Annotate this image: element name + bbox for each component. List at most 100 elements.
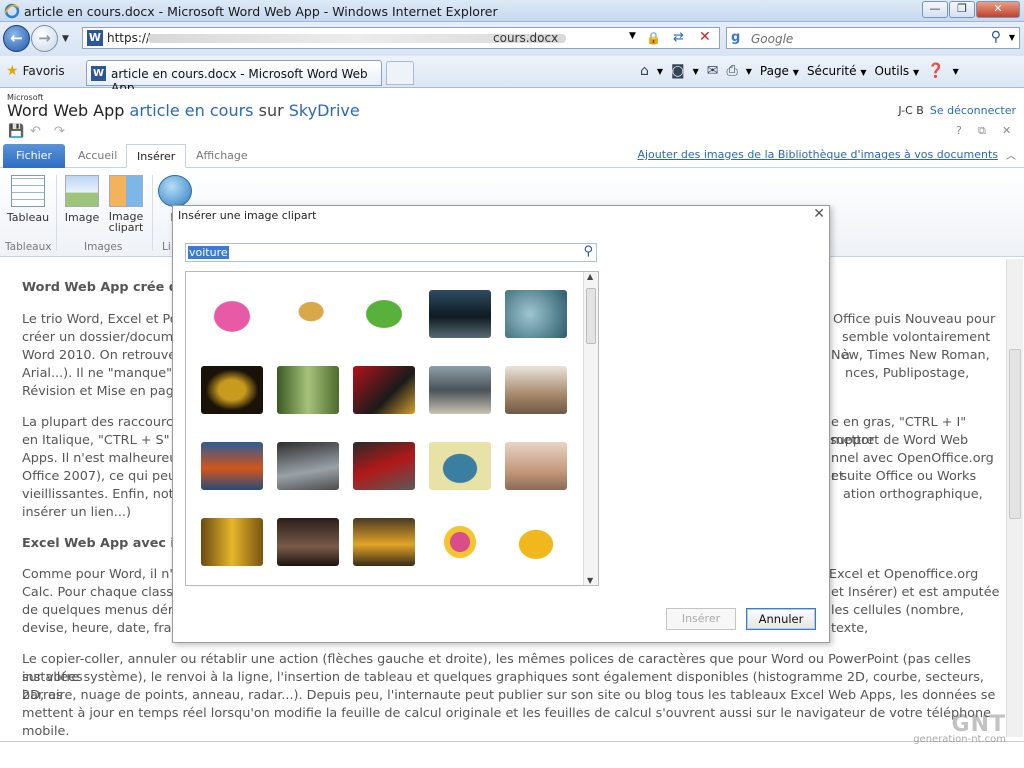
watermark-site: generation-nt.com — [913, 734, 1006, 745]
clipart-people-car[interactable] — [502, 358, 570, 422]
clipart-woman-car[interactable] — [274, 510, 342, 574]
insert-table-button[interactable]: Tableau — [6, 175, 50, 224]
title-bar: article en cours.docx - Microsoft Word W… — [0, 0, 1024, 22]
status-divider — [0, 741, 1024, 742]
popout-icon[interactable]: ⧉ — [978, 124, 986, 138]
doc-line: 2D, aire, nuage de points, anneau, radar… — [22, 688, 996, 703]
clipart-race-car-poster[interactable] — [198, 434, 266, 498]
back-button[interactable]: ← — [3, 25, 30, 52]
clipart-icon — [109, 175, 143, 207]
doc-name[interactable]: article en cours — [130, 101, 254, 120]
clipart-search-input[interactable]: voiture ⚲ — [185, 243, 597, 262]
insert-image-button[interactable]: Image — [62, 175, 102, 224]
clipart-red-car-box[interactable] — [350, 358, 418, 422]
undo-icon[interactable]: ↶ — [30, 124, 41, 139]
tools-menu[interactable]: Outils ▼ — [874, 64, 919, 78]
collapse-ribbon-icon[interactable]: ︿ — [1006, 147, 1016, 162]
scroll-down-icon[interactable]: ▼ — [587, 576, 593, 585]
clipart-motion-blur[interactable] — [274, 358, 342, 422]
clipart-search-icon[interactable]: ⚲ — [583, 244, 593, 259]
url-prefix: https:// — [107, 31, 151, 45]
insert-clipart-button[interactable]: Image clipart — [106, 175, 146, 233]
clipart-family-car[interactable] — [426, 358, 494, 422]
group-images: Images — [84, 241, 123, 253]
clipart-scroll-thumb[interactable] — [586, 288, 596, 344]
forward-button[interactable]: → — [31, 25, 58, 52]
maximize-button[interactable]: ❐ — [949, 1, 975, 18]
app-title: Word Web App article en cours sur SkyDri… — [7, 101, 360, 120]
search-dropdown-icon[interactable]: ▼ — [1009, 33, 1015, 42]
mail-icon[interactable]: ✉ — [707, 63, 719, 79]
rss-dropdown-icon[interactable]: ▼ — [693, 67, 699, 76]
doc-line: mettent à jour en temps réel lorsqu'on m… — [22, 706, 991, 721]
google-icon: g — [731, 30, 741, 45]
clipart-label-2: clipart — [108, 221, 144, 234]
insert-button[interactable]: Insérer — [666, 608, 736, 630]
search-value: voiture — [188, 246, 229, 259]
address-dropdown-icon[interactable]: ▼ — [629, 31, 636, 41]
clipart-yellow-taxi[interactable] — [502, 510, 570, 574]
clipart-pink-car[interactable] — [198, 282, 266, 346]
doc-line: r suite Office ou Works — [831, 469, 977, 484]
doc-line: support de Word Web — [830, 433, 969, 448]
help-dropdown-icon[interactable]: ▼ — [953, 67, 959, 76]
home-dropdown-icon[interactable]: ▼ — [657, 67, 663, 76]
print-icon[interactable]: ⎙ — [727, 63, 738, 79]
clipart-library-link[interactable]: Ajouter des images de la Bibliothèque d'… — [637, 148, 998, 161]
rss-icon[interactable]: ◙ — [671, 63, 685, 79]
tab-fichier[interactable]: Fichier — [3, 144, 65, 168]
page-menu[interactable]: Page ▼ — [760, 64, 799, 78]
search-box[interactable]: g Google ⚲ ▼ — [726, 27, 1020, 49]
clipart-suv[interactable] — [426, 434, 494, 498]
doc-line: et Insérer) et est amputée — [831, 585, 1000, 600]
security-menu[interactable]: Sécurité ▼ — [807, 64, 867, 78]
clipart-race-track[interactable] — [274, 434, 342, 498]
address-bar[interactable]: W https:// cours.docx ▼ 🔒 ⇄ ✕ — [82, 27, 720, 49]
close-doc-icon[interactable]: ✕ — [1002, 124, 1011, 137]
browser-window: article en cours.docx - Microsoft Word W… — [0, 0, 1024, 768]
cancel-button[interactable]: Annuler — [746, 608, 816, 630]
clipart-formula-car[interactable] — [350, 434, 418, 498]
clipart-taxi-blur[interactable] — [198, 510, 266, 574]
scroll-thumb[interactable] — [1009, 349, 1021, 519]
new-tab-button[interactable] — [386, 61, 414, 85]
clipart-car-keys[interactable] — [274, 282, 342, 346]
history-dropdown-icon[interactable]: ▼ — [62, 34, 69, 44]
home-icon[interactable]: ⌂ — [640, 63, 649, 79]
redo-icon[interactable]: ↷ — [54, 124, 65, 139]
tab-inserer[interactable]: Insérer — [126, 144, 187, 168]
tab-accueil[interactable]: Accueil — [68, 144, 127, 168]
minimize-button[interactable]: — — [922, 1, 948, 18]
lock-icon[interactable]: 🔒 — [646, 31, 661, 45]
quick-access-toolbar: 💾 ↶ ↷ ? ⧉ ✕ — [0, 121, 1024, 143]
back-arrow-icon: ← — [10, 29, 23, 47]
stop-icon[interactable]: ✕ — [699, 29, 711, 45]
clipart-scrollbar[interactable]: ▲ ▼ — [583, 272, 598, 585]
group-tableaux: Tableaux — [5, 241, 52, 253]
print-dropdown-icon[interactable]: ▼ — [746, 67, 752, 76]
close-window-button[interactable]: ✕ — [976, 1, 1020, 18]
signout-link[interactable]: Se déconnecter — [930, 104, 1016, 117]
clipart-green-car[interactable] — [350, 282, 418, 346]
help-question-icon[interactable]: ? — [956, 124, 962, 137]
document-scrollbar[interactable] — [1006, 259, 1023, 737]
clipart-cartoon-drive[interactable] — [426, 510, 494, 574]
clipart-dashboard[interactable] — [502, 282, 570, 346]
search-icon[interactable]: ⚲ — [991, 29, 1001, 45]
save-icon[interactable]: 💾 — [8, 124, 24, 139]
word-tab-icon: W — [91, 66, 106, 81]
refresh-icon[interactable]: ⇄ — [673, 30, 684, 45]
user-name: J-C B — [898, 104, 924, 117]
clipart-car-grille[interactable] — [426, 282, 494, 346]
clipart-headlights[interactable] — [198, 358, 266, 422]
favorites-button[interactable]: ★ Favoris — [6, 63, 65, 79]
search-placeholder: Google — [751, 32, 794, 46]
help-icon[interactable]: ❓ — [927, 63, 944, 79]
tab-affichage[interactable]: Affichage — [186, 144, 258, 168]
dialog-close-icon[interactable]: ✕ — [813, 206, 825, 222]
skydrive-link[interactable]: SkyDrive — [289, 101, 360, 120]
browser-tab-active[interactable]: W article en cours.docx - Microsoft Word… — [86, 60, 382, 95]
clipart-taxis[interactable] — [350, 510, 418, 574]
scroll-up-icon[interactable]: ▲ — [587, 272, 593, 281]
clipart-sleeping-woman[interactable] — [502, 434, 570, 498]
